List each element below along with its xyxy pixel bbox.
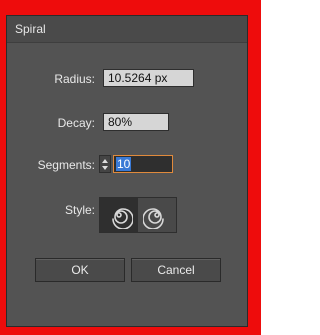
dialog-titlebar[interactable]: Spiral — [7, 16, 247, 43]
style-toggle-group — [99, 197, 177, 233]
ok-button[interactable]: OK — [35, 258, 125, 282]
style-option-clockwise[interactable] — [138, 198, 176, 232]
decay-value: 80% — [108, 115, 133, 129]
radius-input[interactable]: 10.5264 px — [103, 69, 194, 87]
spiral-clockwise-icon — [143, 208, 164, 229]
segments-stepper[interactable] — [99, 155, 111, 173]
style-label: Style: — [64, 203, 95, 217]
decay-input[interactable]: 80% — [103, 113, 169, 131]
cancel-button[interactable]: Cancel — [131, 258, 221, 282]
stepper-up-icon[interactable] — [102, 159, 108, 163]
style-option-counterclockwise[interactable] — [100, 198, 138, 232]
dialog-title: Spiral — [15, 22, 46, 36]
segments-label: Segments: — [37, 158, 95, 172]
spiral-dialog: Spiral Radius: 10.5264 px Decay: 80% Seg… — [6, 15, 248, 327]
radius-label: Radius: — [54, 72, 95, 86]
segments-value: 10 — [116, 157, 132, 171]
stepper-down-icon[interactable] — [102, 166, 108, 170]
decay-label: Decay: — [57, 116, 95, 130]
spiral-counterclockwise-icon — [112, 208, 133, 229]
radius-value: 10.5264 px — [108, 71, 168, 85]
segments-input[interactable]: 10 — [113, 155, 173, 173]
